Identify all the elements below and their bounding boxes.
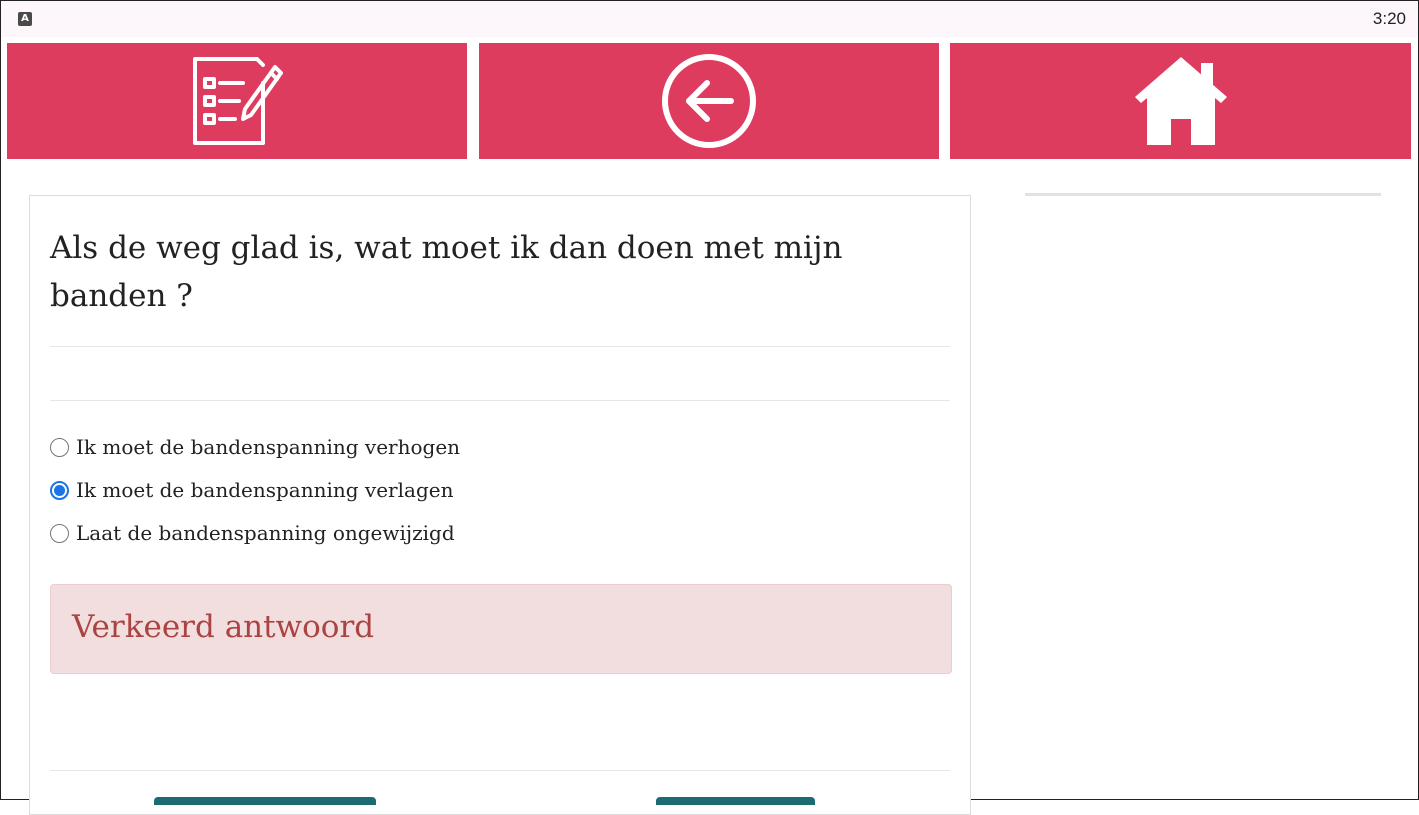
app-notification-icon: A [18, 12, 32, 26]
circle-arrow-left-icon [662, 54, 756, 148]
answer-option-2[interactable]: Ik moet de bandenspanning verlagen [50, 478, 453, 502]
answer-label: Laat de bandenspanning ongewijzigd [76, 521, 455, 545]
sidebar-divider [1025, 193, 1381, 196]
divider [50, 346, 950, 347]
radio-button-selected[interactable] [50, 480, 69, 500]
feedback-text: Verkeerd antwoord [72, 609, 375, 645]
feedback-alert: Verkeerd antwoord [50, 584, 952, 674]
question-card: Als de weg glad is, wat moet ik dan doen… [29, 195, 971, 815]
answer-option-1[interactable]: Ik moet de bandenspanning verhogen [50, 435, 460, 459]
radio-button[interactable] [50, 523, 69, 543]
answer-label: Ik moet de bandenspanning verhogen [76, 435, 461, 459]
back-button[interactable] [479, 43, 939, 159]
previous-button[interactable] [154, 797, 376, 805]
answer-option-3[interactable]: Laat de bandenspanning ongewijzigd [50, 521, 455, 545]
answer-label: Ik moet de bandenspanning verlagen [76, 478, 454, 502]
divider [50, 400, 950, 401]
home-button[interactable] [950, 43, 1411, 159]
status-time: 3:20 [1372, 9, 1406, 28]
status-bar: A 3:20 [1, 1, 1418, 37]
next-button[interactable] [656, 797, 815, 805]
radio-button[interactable] [50, 437, 69, 457]
home-icon [1134, 57, 1227, 145]
question-text: Als de weg glad is, wat moet ik dan doen… [50, 230, 843, 314]
quiz-list-button[interactable] [7, 43, 467, 159]
divider [50, 770, 950, 771]
checklist-pencil-icon [193, 57, 283, 145]
